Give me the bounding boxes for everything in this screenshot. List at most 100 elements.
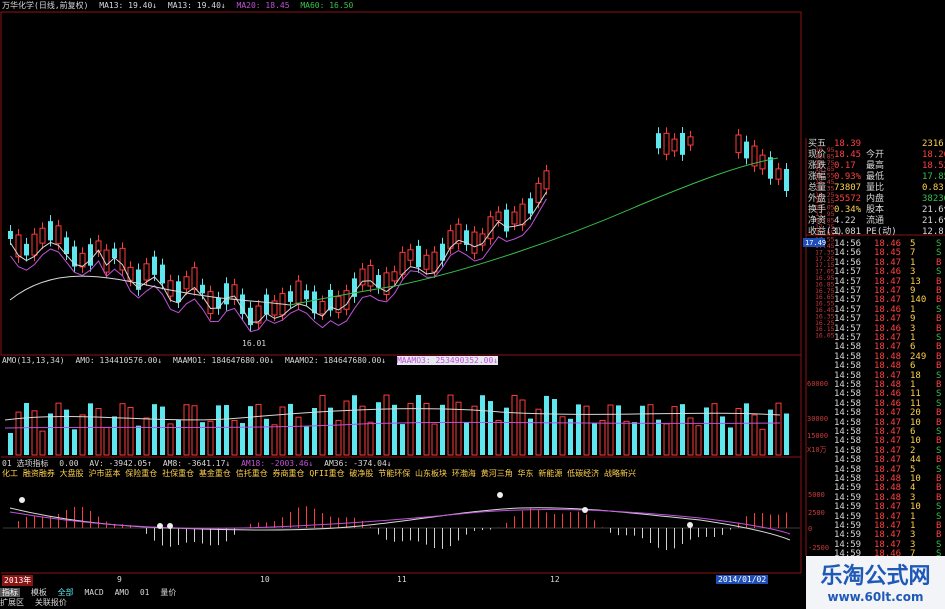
tab-all[interactable]: 全部 [58,588,74,597]
volume-bar-up [471,405,478,456]
volume-bar-down [440,404,445,455]
volume-bar-down [392,404,397,455]
date-label-0: 2013年 [2,575,34,586]
volume-bar-up [103,426,110,456]
maamo3-label: MAAMO3: 253490352.00↓ [396,356,499,365]
tab-template[interactable]: 模板 [31,588,47,597]
volume-bar-up [95,408,102,456]
brand-watermark: 乐淘公式网 www.60lt.com [806,556,945,609]
date-label-5: 2014/01/02 [716,575,769,584]
brand-url: www.60lt.com [827,590,924,604]
date-label-4: 12 [550,575,560,584]
extension-tabs: 扩展区 关联报价 [0,598,800,608]
kline-chart-canvas[interactable]: 18.9518.8518.7518.6518.5518.4518.3518.25… [0,0,945,609]
tab-01[interactable]: 01 [140,588,150,597]
candle-body-up [391,271,398,282]
volume-bar-down [544,395,549,455]
candle-body-down [416,245,421,268]
indicator-signal-dot [582,507,588,513]
indicator-title: 01 选项指标 [2,459,49,468]
indicator-signal-dot [19,497,25,503]
candle-body-up [55,225,62,245]
volume-bar-up [271,424,278,456]
indicator-line-white [9,507,791,541]
candle-body-down [224,283,229,305]
volume-bar-down [248,406,253,455]
volume-bar-down [784,413,789,455]
candle-body-up [423,254,430,270]
volume-bar-down [264,418,269,455]
ind-label-3: AM8: -3641.17↓ [162,459,231,468]
volume-bar-down [376,402,381,455]
candle-group [8,126,789,332]
indicator-signal-dot [687,522,693,528]
candle-body-up [119,247,126,271]
volume-bar-up [735,408,742,456]
volume-bar-down [304,426,309,455]
candle-body-down [744,141,749,159]
indicator-lines [3,492,800,550]
candle-body-up [39,227,46,244]
tab-macd[interactable]: MACD [84,588,103,597]
volume-bars [4,394,789,456]
volume-bar-down [48,413,53,455]
date-label-1: 9 [117,575,122,584]
quote-label: PE(动) [866,227,897,237]
candle-body-down [200,284,205,294]
volume-bar-up [55,402,62,456]
volume-bar-up [519,399,526,456]
candle-body-up [359,268,366,286]
tab-related-quote[interactable]: 关联报价 [35,598,67,607]
ind-label-1: 0.00 [59,459,79,468]
volume-bar-down [680,404,685,455]
volume-bar-down [616,405,621,455]
volume-bar-down [240,423,245,455]
candle-body-up [399,251,406,275]
candle-body-down [784,169,789,191]
candle-body-down [48,221,53,241]
volume-bar-up [407,402,414,456]
volume-bar-down [568,418,573,455]
candle-body-up [671,138,678,152]
sector-tags: 化工 融资融券 大盘股 沪市蓝本 保险重仓 社保重仓 基金重仓 信托重仓 券商重… [2,469,636,478]
volume-bar-up [455,401,462,456]
volume-bar-down [136,425,141,455]
volume-bar-down [576,404,581,455]
indicator-signal-dot [497,492,503,498]
ma-line-long-white [9,275,291,306]
candle-body-down [288,291,293,302]
volume-bar-down [216,405,221,455]
volume-bar-up [207,420,214,456]
volume-title: AMO(13,13,34) [2,356,65,365]
candle-body-down [64,237,69,255]
volume-bar-up [119,403,126,456]
volume-bar-down [480,395,485,455]
volume-bar-up [39,430,46,456]
maamo2-label: MAAMO2: 184647680.00↓ [284,356,387,365]
candle-body-down [304,290,309,300]
volume-bar-down [8,433,13,455]
volume-bar-down [528,418,533,455]
ma-label-1: MA13: 19.40↓ [99,1,158,10]
tab-amo[interactable]: AMO [115,588,129,597]
tab-indicator[interactable]: 指标 [0,588,20,597]
candle-body-up [431,251,438,273]
volume-bar-up [495,419,502,456]
volume-bar-down [224,405,229,455]
candle-body-down [312,291,317,314]
tab-volume-price[interactable]: 量价 [160,588,176,597]
tab-extension[interactable]: 扩展区 [0,598,24,607]
candle-body-down [8,231,13,239]
candle-body-down [656,133,661,149]
candle-body-up [687,136,694,146]
volume-bar-up [447,394,454,456]
volume-bar-down [72,429,77,455]
volume-bar-up [143,417,150,456]
volume-bar-down [288,403,293,455]
volume-bar-up [343,400,350,456]
volume-bar-up [383,394,390,456]
volume-bar-down [728,427,733,455]
volume-bar-down [744,403,749,455]
indicator-header: 01 选项指标 0.00 AV: -3942.05↑ AM8: -3641.17… [2,459,398,469]
volume-bar-down [88,403,93,455]
